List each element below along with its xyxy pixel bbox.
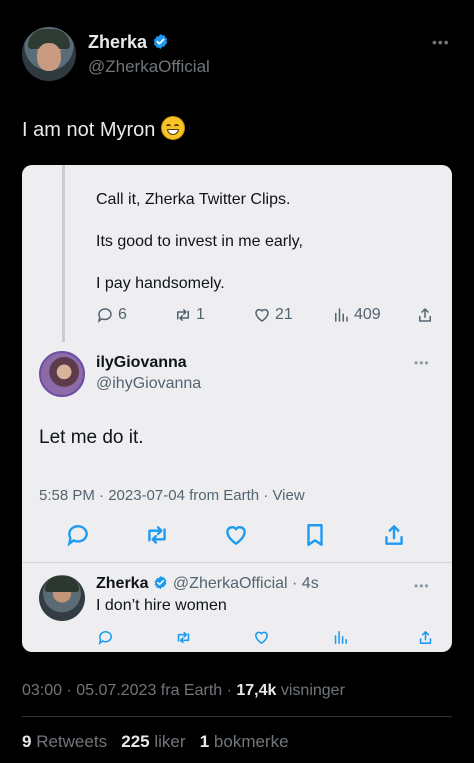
more-horizontal-icon[interactable]: ••• (414, 356, 430, 370)
tweet-text: I am not Myron (22, 116, 186, 142)
heart-icon (254, 631, 268, 644)
bookmark-button[interactable] (300, 520, 330, 550)
share-icon (385, 525, 403, 545)
grinning-squinting-face-icon (161, 116, 186, 140)
author-name-text: Zherka (88, 32, 148, 52)
view-label: visninger (280, 682, 345, 699)
embedded-screenshot[interactable]: Call it, Zherka Twitter Clips. Its good … (22, 165, 452, 652)
views-button[interactable] (330, 627, 350, 647)
reply-icon (97, 308, 112, 323)
view-count: 17,4k (236, 682, 277, 699)
tweet-source: fra Earth (160, 682, 223, 699)
tweet-time[interactable]: 03:00 (22, 682, 62, 699)
thread-line-2: Its good to invest in me early, (96, 233, 303, 250)
retweet-icon (177, 309, 189, 321)
reply-meta: 5:58 PM · 2023-07-04 from Earth · View (39, 487, 305, 504)
share-icon (419, 308, 431, 322)
sub-reply-author-name[interactable]: Zherka (96, 575, 148, 592)
verified-badge-icon (153, 34, 168, 49)
share-button[interactable] (379, 520, 409, 550)
retweet-icon (177, 631, 189, 643)
thread-line-3: I pay handsomely. (96, 275, 225, 292)
likes-label: liker (154, 732, 186, 751)
retweet-button[interactable] (142, 520, 172, 550)
reply-text: Let me do it. (39, 427, 144, 448)
sub-reply-author-avatar[interactable] (39, 575, 85, 621)
share-icon (419, 630, 431, 644)
reply-action-bar (22, 520, 452, 554)
views-icon (334, 630, 347, 644)
sub-reply-time: · 4s (292, 575, 319, 592)
retweet-button[interactable] (173, 627, 193, 647)
thread-line (62, 165, 65, 342)
verified-badge-icon (155, 575, 167, 590)
likes-count: 225 (121, 732, 150, 751)
reply-button[interactable] (63, 520, 93, 550)
reply-count: 6 (118, 306, 127, 323)
retweets-count: 9 (22, 732, 32, 751)
views-icon (335, 308, 348, 322)
reply-author-handle[interactable]: @ihyGiovanna (96, 375, 201, 393)
sub-reply-handle[interactable]: @ZherkaOfficial (173, 575, 288, 592)
divider (22, 716, 452, 717)
share-button[interactable] (415, 627, 435, 647)
retweets-stat[interactable]: 9 Retweets (22, 732, 107, 751)
retweets-label: Retweets (36, 732, 108, 751)
likes-stat[interactable]: 225 liker (121, 732, 185, 751)
tweet-text-content: I am not Myron (22, 119, 156, 141)
sub-reply-text: I don’t hire women (96, 597, 227, 614)
retweet-icon (148, 526, 166, 544)
reply-author-name[interactable]: ilyGiovanna (96, 354, 187, 372)
thread-like-stat: 21 (253, 306, 293, 324)
reply-button[interactable] (95, 627, 115, 647)
sub-reply-action-bar (22, 627, 452, 647)
sub-reply-header: Zherka @ZherkaOfficial · 4s (96, 575, 319, 593)
thread-line-1: Call it, Zherka Twitter Clips. (96, 191, 291, 208)
tweet-timestamp: 03:00 · 05.07.2023 fra Earth · 17,4k vis… (22, 682, 345, 699)
like-button[interactable] (251, 627, 271, 647)
views-count: 409 (354, 306, 381, 323)
heart-icon (255, 308, 269, 322)
thread-reply-stat: 6 (96, 306, 127, 324)
reply-author-avatar[interactable] (39, 351, 85, 397)
thread-retweet-stat: 1 (174, 306, 205, 324)
thread-share-stat (416, 306, 434, 324)
more-horizontal-icon[interactable]: ••• (414, 579, 430, 593)
author-avatar[interactable] (22, 27, 76, 81)
thread-views-stat: 409 (332, 306, 381, 324)
bookmarks-count: 1 (199, 732, 210, 751)
tweet-date[interactable]: 05.07.2023 (76, 682, 156, 699)
author-handle[interactable]: @ZherkaOfficial (88, 57, 210, 77)
like-count: 21 (275, 306, 293, 323)
more-horizontal-icon[interactable]: ••• (432, 34, 450, 50)
heart-icon (226, 526, 246, 546)
retweet-count: 1 (196, 306, 205, 323)
bookmarks-label: bokmerke (213, 732, 289, 751)
bookmarks-stat[interactable]: 1 bokmerke (200, 732, 289, 751)
bookmark-icon (307, 524, 323, 546)
reply-icon (67, 525, 88, 547)
like-button[interactable] (221, 520, 251, 550)
divider (22, 562, 452, 563)
reply-icon (98, 630, 112, 645)
engagement-stats: 9 Retweets 225 liker 1 bokmerke (22, 732, 289, 752)
author-name[interactable]: Zherka (88, 32, 169, 53)
